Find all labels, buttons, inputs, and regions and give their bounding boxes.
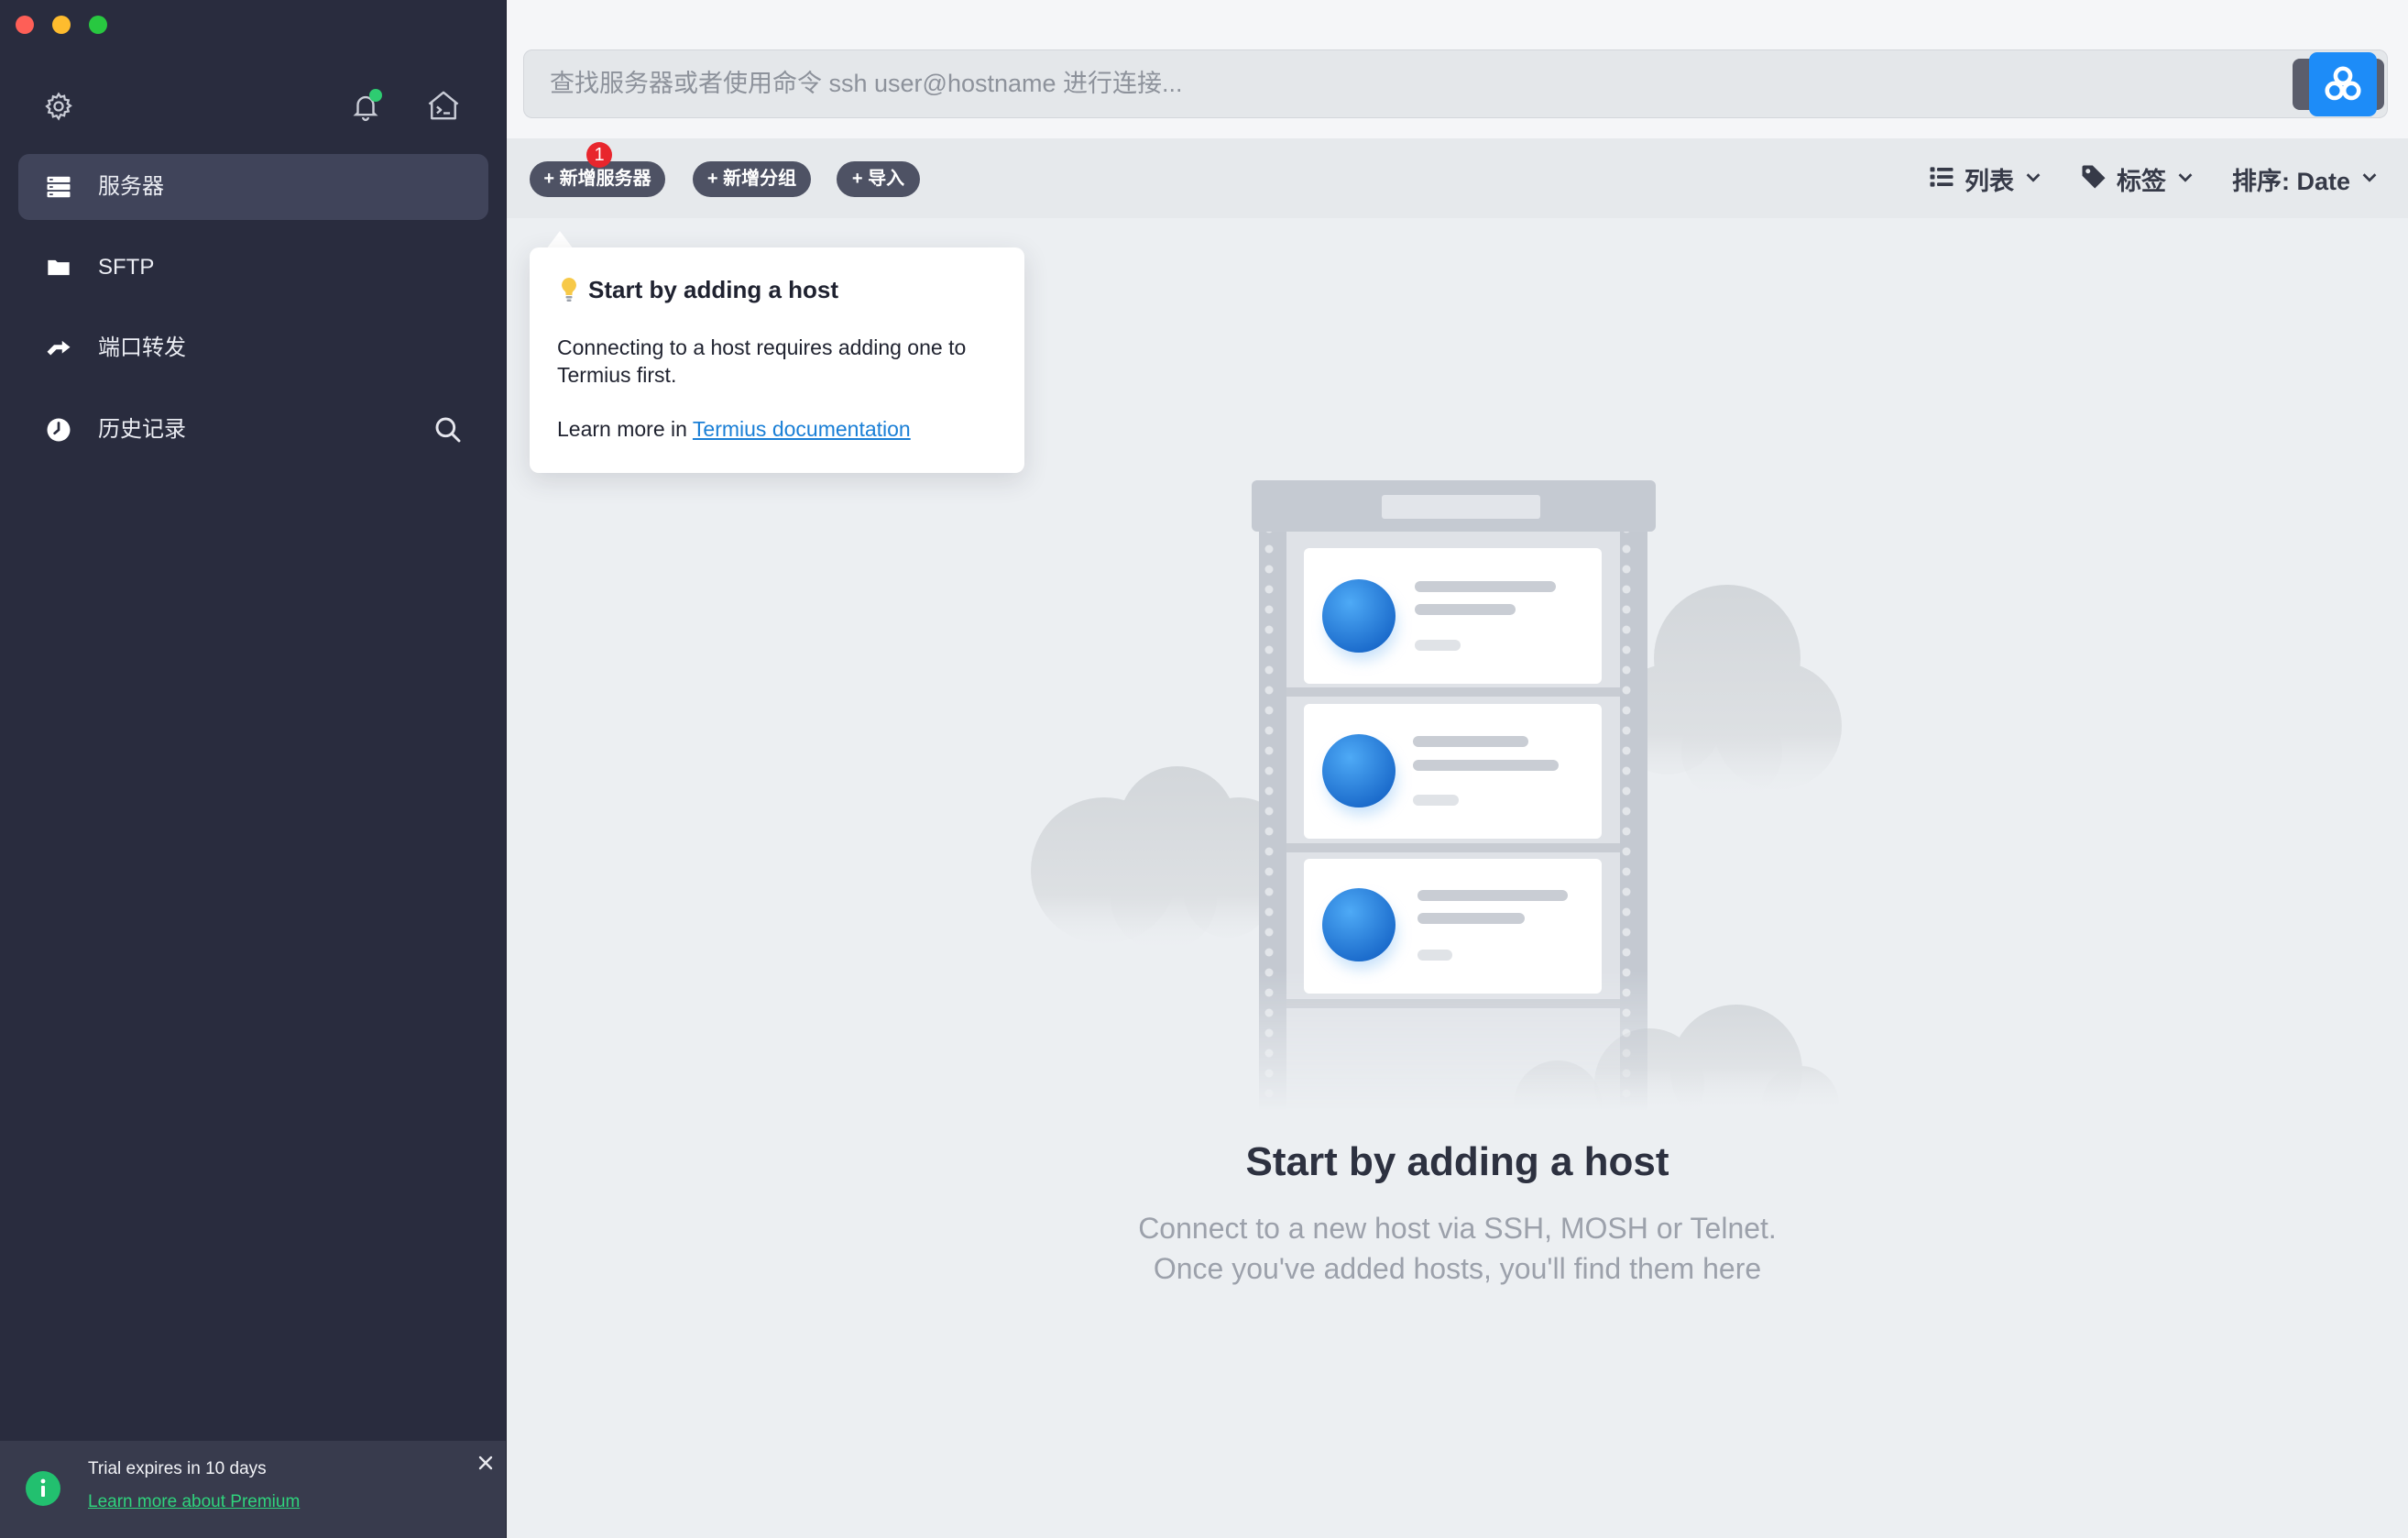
sidebar-item-sftp[interactable]: SFTP [18, 235, 488, 301]
popover-learn-more: Learn more in Termius documentation [557, 417, 911, 442]
lightbulb-icon [557, 275, 581, 304]
notification-dot [369, 89, 382, 102]
sidebar: 服务器 SFTP 端口转发 历史记录 Trial expires in 10 d… [0, 0, 507, 1538]
termius-docs-link[interactable]: Termius documentation [693, 417, 911, 441]
info-icon [26, 1471, 60, 1506]
cloud-cluster-icon[interactable] [2309, 52, 2377, 116]
sidebar-item-servers[interactable]: 服务器 [18, 154, 488, 220]
sidebar-item-port-forwarding[interactable]: 端口转发 [18, 315, 488, 381]
view-mode-dropdown[interactable]: 列表 [1928, 161, 2043, 196]
sidebar-item-label: 端口转发 [98, 335, 186, 360]
port-forward-icon [45, 335, 72, 362]
terminal-home-icon[interactable] [425, 90, 462, 123]
chevron-down-icon [2023, 167, 2043, 192]
sidebar-item-label: 服务器 [98, 174, 164, 199]
popover-caret [546, 231, 574, 249]
import-button[interactable]: + 导入 [837, 161, 920, 197]
folder-icon [45, 254, 72, 281]
chevron-down-icon [2359, 167, 2380, 192]
window-minimize-button[interactable] [52, 16, 71, 34]
chevron-down-icon [2175, 167, 2195, 192]
tags-dropdown[interactable]: 标签 [2080, 161, 2195, 196]
new-group-button[interactable]: + 新增分组 [693, 161, 811, 197]
popover-body-line: Termius first. [557, 363, 677, 387]
tag-icon [2080, 163, 2107, 195]
trial-message: Trial expires in 10 days [88, 1459, 267, 1478]
host-card-placeholder [1304, 548, 1602, 684]
list-icon [1928, 163, 1955, 195]
cloud-left [1031, 766, 1289, 951]
popover-body-line: Connecting to a host requires adding one… [557, 335, 967, 359]
view-mode-label: 列表 [1965, 167, 2014, 195]
host-card-placeholder [1304, 859, 1602, 994]
search-icon[interactable] [433, 415, 463, 445]
host-card-placeholder [1304, 704, 1602, 839]
premium-link[interactable]: Learn more about Premium [88, 1492, 300, 1512]
new-host-badge: 1 [586, 142, 612, 168]
bell-icon[interactable] [350, 89, 382, 122]
rack-header-slot [1382, 495, 1540, 519]
window-zoom-button[interactable] [89, 16, 107, 34]
history-icon [45, 416, 72, 444]
sidebar-item-label: 历史记录 [98, 417, 186, 442]
window-close-button[interactable] [16, 16, 34, 34]
tags-label: 标签 [2117, 167, 2166, 195]
search-input[interactable] [523, 49, 2388, 118]
sort-dropdown[interactable]: 排序: Date [2232, 161, 2380, 196]
popover-body: Connecting to a host requires adding one… [557, 334, 966, 389]
empty-state-line: Connect to a new host via SSH, MOSH or T… [1138, 1212, 1777, 1245]
sort-label: 排序: Date [2232, 167, 2351, 195]
server-rack-illustration [1031, 480, 1842, 1118]
popover-title: Start by adding a host [588, 276, 839, 303]
empty-state-line: Once you've added hosts, you'll find the… [1153, 1252, 1762, 1285]
sidebar-item-label: SFTP [98, 255, 155, 280]
server-icon [45, 173, 72, 201]
sidebar-item-history[interactable]: 历史记录 [18, 397, 488, 463]
gear-icon[interactable] [43, 91, 74, 122]
close-icon[interactable] [477, 1455, 494, 1471]
empty-state-title: Start by adding a host [1245, 1139, 1669, 1184]
learn-more-prefix: Learn more in [557, 417, 687, 441]
trial-banner: Trial expires in 10 days Learn more abou… [0, 1441, 506, 1538]
